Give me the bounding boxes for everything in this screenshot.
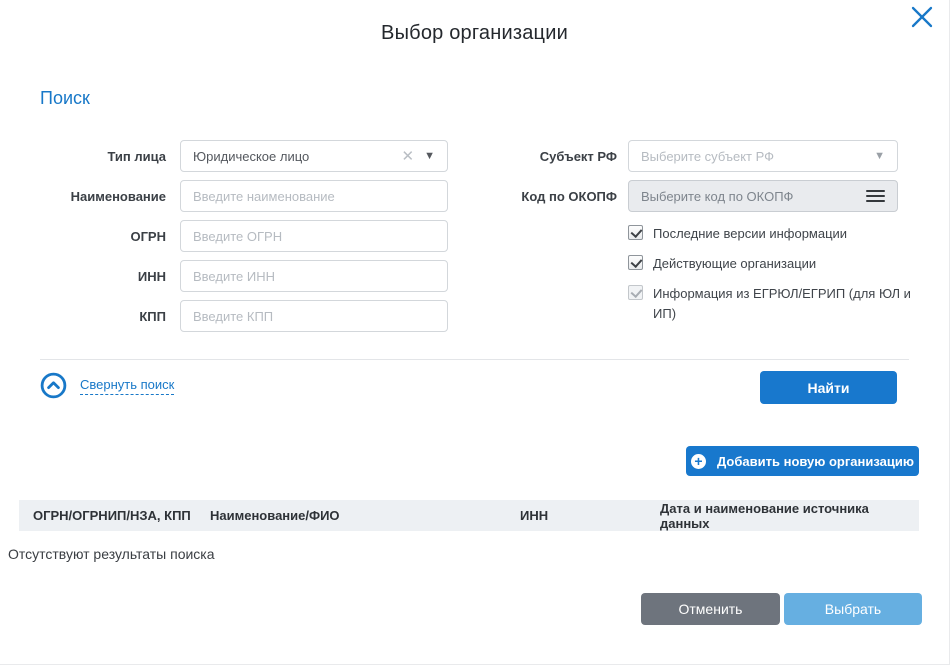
field-label-kpp: КПП: [0, 309, 166, 324]
region-select[interactable]: Выберите субъект РФ ▼: [628, 140, 898, 172]
field-label-inn: ИНН: [0, 269, 166, 284]
field-label-type: Тип лица: [0, 149, 166, 164]
close-icon[interactable]: [908, 3, 936, 31]
inn-input[interactable]: [180, 260, 448, 292]
clear-icon[interactable]: ✕: [402, 149, 415, 164]
checkbox-label: Последние версии информации: [653, 224, 847, 244]
divider: [40, 359, 909, 360]
field-label-ogrn: ОГРН: [0, 229, 166, 244]
menu-icon[interactable]: [866, 190, 885, 203]
name-input[interactable]: [180, 180, 448, 212]
find-button[interactable]: Найти: [760, 371, 897, 404]
page-title: Выбор организации: [0, 22, 949, 45]
column-header-ogrn: ОГРН/ОГРНИП/НЗА, КПП: [33, 508, 210, 523]
collapse-search-control[interactable]: Свернуть поиск: [40, 372, 174, 399]
add-organization-button[interactable]: + Добавить новую организацию: [686, 446, 919, 476]
person-type-select[interactable]: Юридическое лицо ✕ ▼: [180, 140, 448, 172]
ogrn-input[interactable]: [180, 220, 448, 252]
cancel-button[interactable]: Отменить: [641, 593, 780, 625]
person-type-value: Юридическое лицо: [193, 149, 402, 164]
field-label-okopf: Код по ОКОПФ: [460, 189, 617, 204]
results-table-header: ОГРН/ОГРНИП/НЗА, КПП Наименование/ФИО ИН…: [19, 500, 919, 531]
column-header-inn: ИНН: [520, 508, 660, 523]
active-organizations-checkbox[interactable]: [628, 255, 643, 270]
empty-results-message: Отсутствуют результаты поиска: [8, 546, 215, 562]
egrul-info-checkbox: [628, 285, 643, 300]
plus-icon: +: [691, 454, 706, 469]
search-section-heading[interactable]: Поиск: [40, 88, 90, 109]
field-label-region: Субъект РФ: [460, 149, 617, 164]
chevron-up-circle-icon[interactable]: [40, 372, 67, 399]
organization-select-dialog: Выбор организации Поиск Тип лица Юридиче…: [0, 0, 950, 665]
column-header-name: Наименование/ФИО: [210, 508, 520, 523]
column-header-source: Дата и наименование источника данных: [660, 501, 905, 531]
checkbox-label: Информация из ЕГРЮЛ/ЕГРИП (для ЮЛ и ИП): [653, 284, 911, 324]
latest-versions-checkbox[interactable]: [628, 225, 643, 240]
select-button[interactable]: Выбрать: [784, 593, 922, 625]
okopf-select[interactable]: Выберите код по ОКОПФ: [628, 180, 898, 212]
chevron-down-icon[interactable]: ▼: [424, 151, 435, 162]
field-label-name: Наименование: [0, 189, 166, 204]
kpp-input[interactable]: [180, 300, 448, 332]
region-placeholder: Выберите субъект РФ: [641, 149, 874, 164]
results-table: ОГРН/ОГРНИП/НЗА, КПП Наименование/ФИО ИН…: [19, 500, 919, 531]
add-organization-label: Добавить новую организацию: [717, 454, 914, 469]
collapse-search-link[interactable]: Свернуть поиск: [80, 377, 174, 395]
okopf-placeholder: Выберите код по ОКОПФ: [641, 189, 866, 204]
chevron-down-icon[interactable]: ▼: [874, 151, 885, 162]
checkbox-label: Действующие организации: [653, 254, 816, 274]
